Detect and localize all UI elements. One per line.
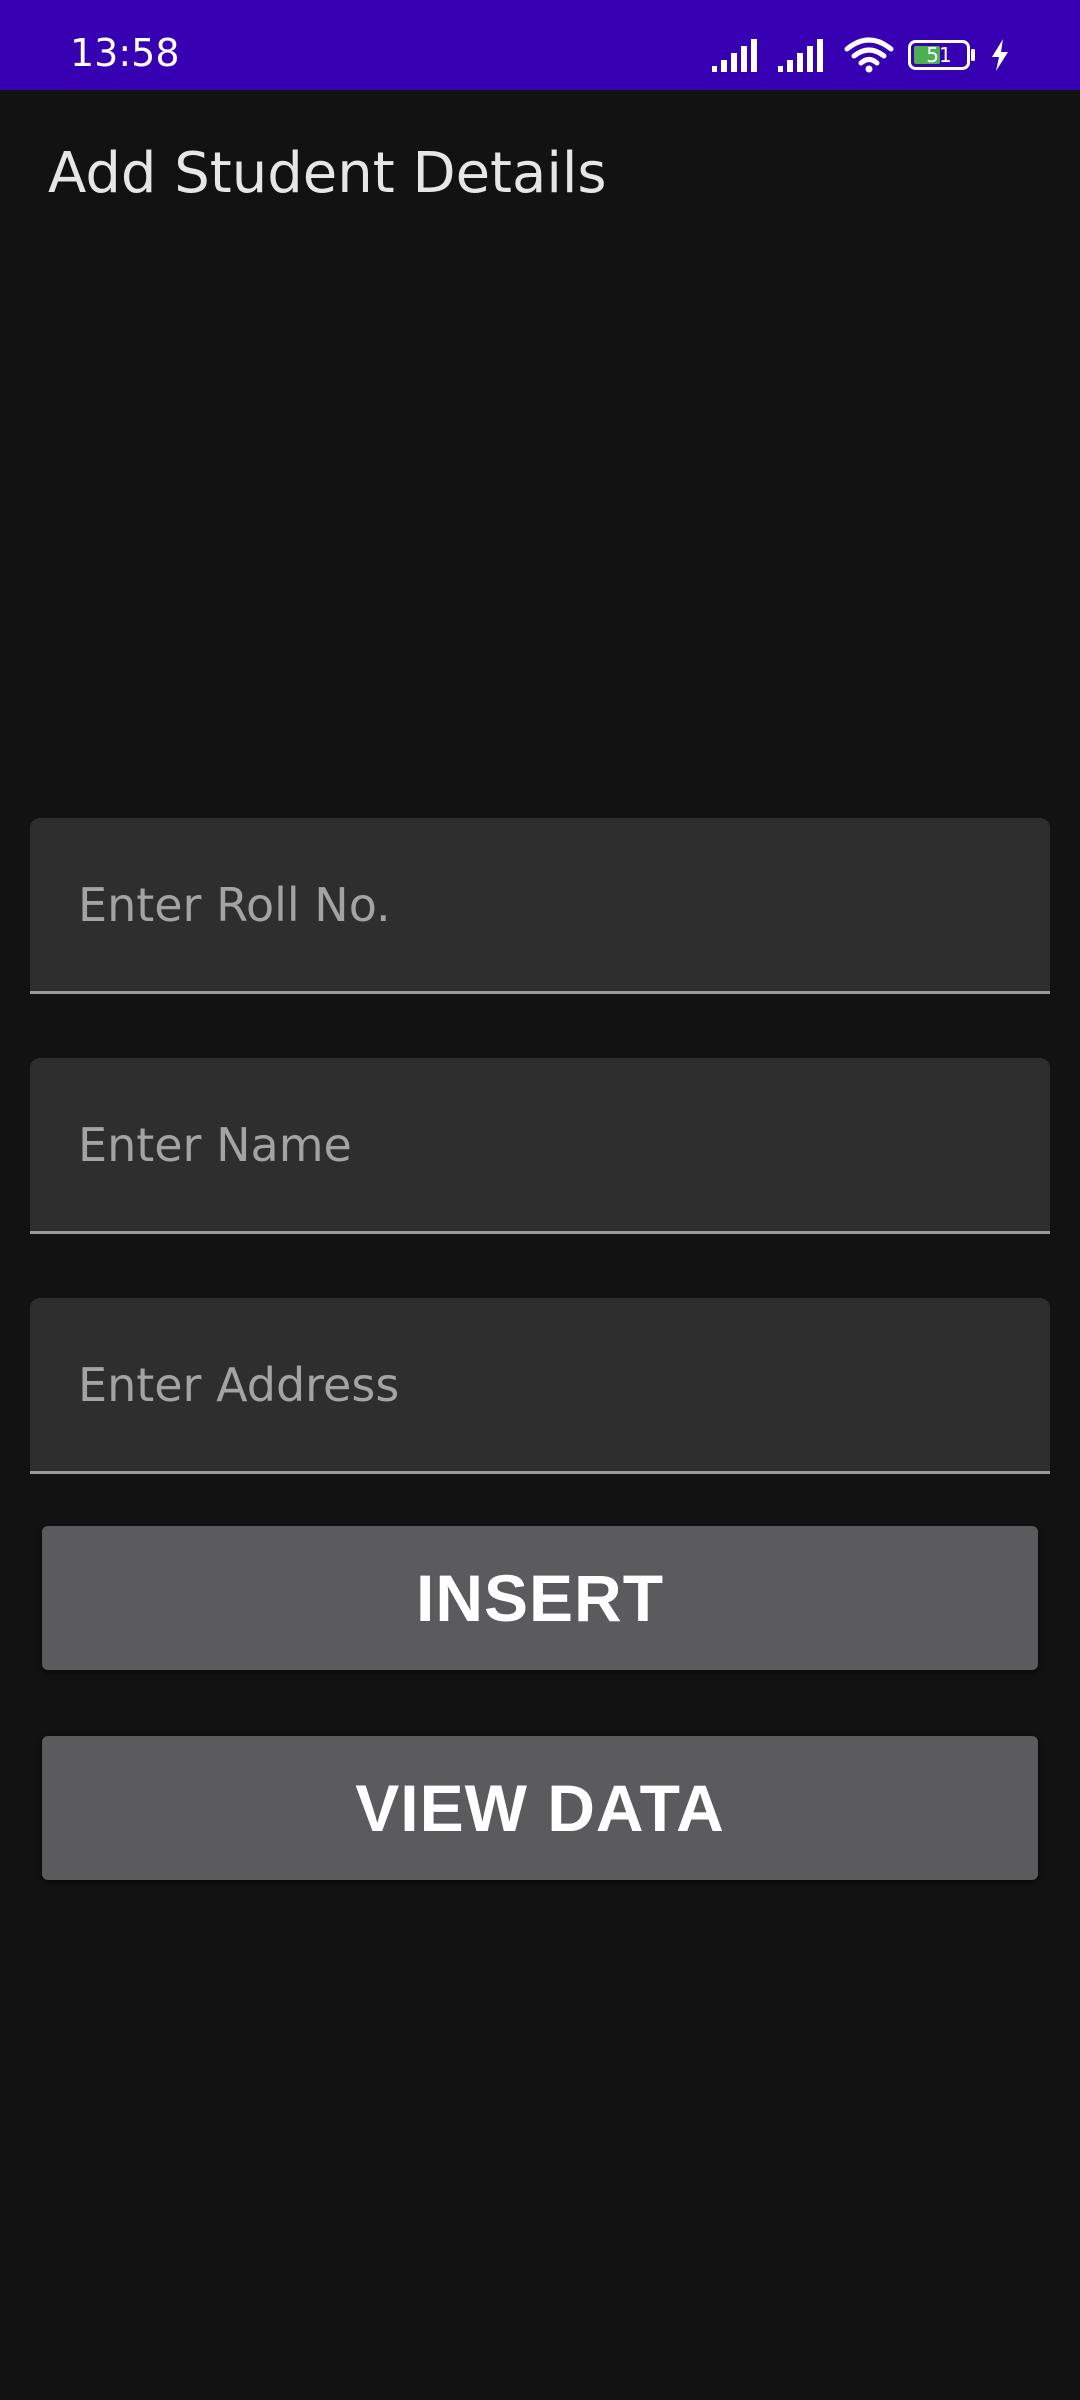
signal-icon	[712, 39, 757, 72]
insert-button[interactable]: INSERT	[42, 1526, 1038, 1670]
battery-level: 51	[926, 43, 952, 67]
battery-icon: 51	[908, 40, 976, 70]
roll-number-input[interactable]	[30, 818, 1050, 991]
status-bar: 13:58 51	[0, 0, 1080, 90]
page-title: Add Student Details	[48, 141, 607, 206]
signal-icon	[778, 39, 823, 72]
charging-icon	[992, 39, 1008, 71]
status-icons: 51	[712, 36, 1010, 74]
wifi-icon	[844, 37, 894, 73]
status-time: 13:58	[70, 31, 180, 75]
address-field[interactable]	[30, 1298, 1050, 1474]
address-input[interactable]	[30, 1298, 1050, 1471]
roll-number-field[interactable]	[30, 818, 1050, 994]
name-field[interactable]	[30, 1058, 1050, 1234]
view-data-button[interactable]: VIEW DATA	[42, 1736, 1038, 1880]
name-input[interactable]	[30, 1058, 1050, 1231]
